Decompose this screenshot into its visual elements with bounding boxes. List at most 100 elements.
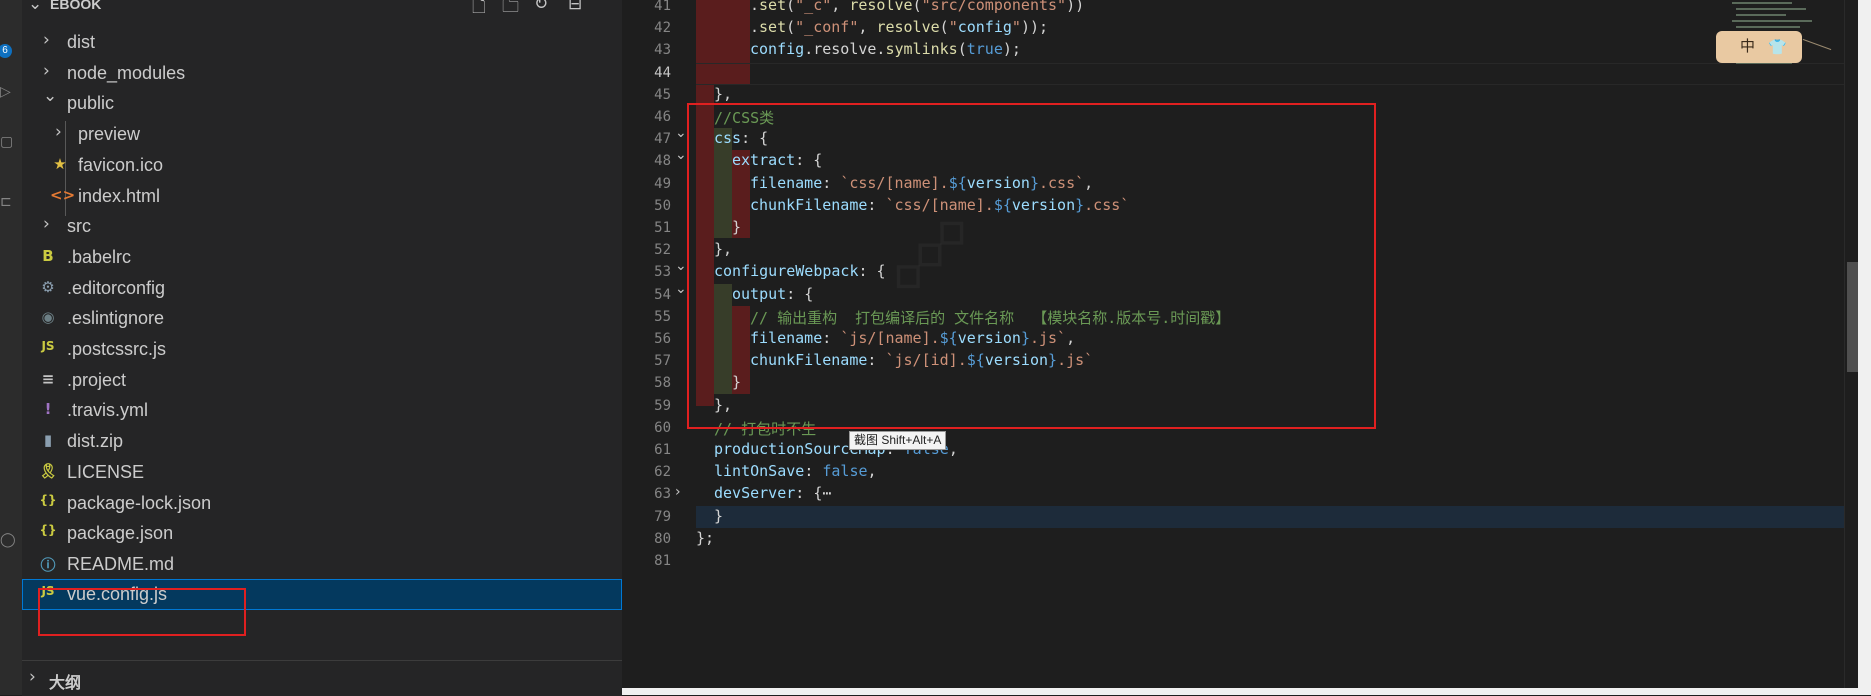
- tree-item-src[interactable]: › src: [22, 211, 622, 241]
- tree-item-dist-zip[interactable]: ▮ dist.zip: [22, 426, 622, 456]
- line-number: 46: [654, 109, 671, 125]
- code-line[interactable]: };: [696, 529, 714, 547]
- line-number: 61: [654, 442, 671, 458]
- code-line[interactable]: config.resolve.symlinks(true);: [750, 40, 1021, 58]
- account-icon[interactable]: ◯: [0, 532, 16, 548]
- tree-item-license[interactable]: 🎗 LICENSE: [22, 457, 622, 487]
- line-number: 53: [654, 264, 671, 281]
- json-icon: {}: [39, 492, 57, 507]
- line-number: 47: [654, 131, 671, 148]
- tree-item-label: LICENSE: [67, 461, 145, 482]
- code-line[interactable]: }: [714, 507, 723, 525]
- chevron-down-icon[interactable]: ⌄: [675, 147, 687, 163]
- code-line[interactable]: .set("_conf", resolve("config"));: [750, 18, 1048, 36]
- tree-item-label: favicon.ico: [78, 154, 164, 175]
- tree-item-index-html[interactable]: <> index.html: [22, 181, 622, 211]
- line-number: 43: [654, 42, 671, 59]
- extensions-icon[interactable]: ▢: [0, 134, 14, 150]
- js-icon: JS: [41, 339, 55, 353]
- window-edge-bottom: [622, 688, 1871, 695]
- tree-item-label: README.md: [67, 553, 175, 574]
- ime-toolbar[interactable]: 中 👕: [1716, 31, 1802, 63]
- tree-item-node-modules[interactable]: › node_modules: [22, 58, 622, 88]
- chevron-down-icon: ⌄: [43, 86, 58, 107]
- chevron-right-icon[interactable]: ›: [675, 484, 681, 500]
- tree-item-label: package.json: [67, 523, 174, 544]
- line-number: 81: [654, 553, 671, 569]
- sidebar-highlight-box: [38, 588, 246, 636]
- tree-item-label: node_modules: [67, 62, 186, 83]
- json-icon: {}: [39, 523, 57, 538]
- line-number: 48: [654, 153, 671, 170]
- tree-item-label: .project: [67, 369, 127, 390]
- code-line[interactable]: },: [714, 85, 732, 103]
- current-line-highlight: [696, 63, 1871, 85]
- line-number: 41: [654, 0, 671, 14]
- window-edge: [1858, 0, 1871, 695]
- refresh-icon[interactable]: ↻: [534, 0, 548, 14]
- tree-item-label: src: [67, 216, 91, 237]
- line-number: 55: [654, 308, 671, 325]
- tree-item-editorconfig[interactable]: ⚙ .editorconfig: [22, 273, 622, 303]
- tree-item-readme-md[interactable]: ⓘ README.md: [22, 549, 622, 579]
- line-number: 42: [654, 20, 671, 37]
- run-icon[interactable]: ▷: [0, 84, 14, 100]
- line-number: 49: [654, 175, 671, 192]
- chevron-right-icon: ›: [43, 214, 50, 235]
- shirt-icon[interactable]: 👕: [1768, 31, 1787, 63]
- tree-item-travis-yml[interactable]: ! .travis.yml: [22, 395, 622, 425]
- lines-icon: ≡: [41, 369, 55, 388]
- chevron-down-icon[interactable]: ⌄: [675, 258, 687, 274]
- source-control-badge[interactable]: 6: [0, 44, 12, 58]
- line-number: 50: [654, 197, 671, 214]
- tree-item-label: .eslintignore: [67, 308, 165, 329]
- ime-mode-label[interactable]: 中: [1740, 31, 1755, 63]
- screenshot-tooltip: 截图 Shift+Alt+A: [849, 431, 947, 450]
- chevron-right-icon: ›: [43, 60, 50, 81]
- chevron-right-icon: ›: [43, 30, 50, 50]
- tree-item-preview[interactable]: › preview: [22, 119, 622, 149]
- collapse-chevron-icon[interactable]: ⌄: [28, 0, 42, 14]
- tree-item-label: dist: [67, 32, 96, 52]
- vertical-scrollbar[interactable]: [1844, 0, 1859, 695]
- tree-item-babelrc[interactable]: B .babelrc: [22, 242, 622, 272]
- line-number: 45: [654, 86, 671, 103]
- tree-item-dist[interactable]: › dist: [22, 27, 622, 57]
- line-number: 51: [654, 220, 671, 236]
- new-file-icon[interactable]: 🗋: [472, 0, 486, 23]
- tree-item-package-json[interactable]: {} package.json: [22, 518, 622, 548]
- code-line[interactable]: .set("_c", resolve("src/components")): [750, 0, 1084, 14]
- tree-item-eslintignore[interactable]: ◉ .eslintignore: [22, 303, 622, 333]
- outline-section[interactable]: › 大纲: [22, 660, 622, 696]
- tree-item-favicon-ico[interactable]: ★ favicon.ico: [22, 150, 622, 180]
- line-number: 63: [654, 486, 671, 503]
- explorer-panel: ⌄ EBOOK 🗋 🗀 ↻ ⊟ › dist › node_modules ⌄ publi…: [22, 0, 622, 696]
- tree-item-label: .postcssrc.js: [67, 339, 167, 359]
- info-icon: ⓘ: [40, 555, 56, 574]
- html-icon: <>: [50, 185, 76, 204]
- line-number: 56: [654, 331, 671, 347]
- code-line[interactable]: lintOnSave: false,: [714, 462, 877, 480]
- tree-item-label: index.html: [78, 185, 161, 206]
- star-icon: ★: [53, 154, 67, 173]
- remote-icon[interactable]: ⊏: [0, 194, 14, 210]
- new-folder-icon[interactable]: 🗀: [502, 0, 519, 23]
- zip-icon: ▮: [43, 431, 53, 450]
- outline-label: 大纲: [49, 675, 82, 692]
- code-editor[interactable]: ◇◇◇ 414243444546474849505152535455565758…: [622, 0, 1871, 695]
- tree-item-project[interactable]: ≡ .project: [22, 365, 622, 395]
- tree-item-label: dist.zip: [67, 431, 124, 452]
- explorer-header: ⌄ EBOOK 🗋 🗀 ↻ ⊟: [22, 0, 622, 17]
- line-number: 44: [654, 64, 671, 81]
- chevron-right-icon[interactable]: ›: [29, 667, 36, 687]
- chevron-down-icon[interactable]: ⌄: [675, 281, 687, 297]
- tree-item-public[interactable]: ⌄ public: [22, 86, 622, 118]
- tree-item-label: preview: [78, 124, 141, 145]
- tree-item-package-lock-json[interactable]: {} package-lock.json: [22, 488, 622, 518]
- eslint-icon: ◉: [41, 308, 55, 327]
- code-line[interactable]: devServer: {⋯: [714, 484, 831, 502]
- chevron-down-icon[interactable]: ⌄: [675, 125, 687, 141]
- tree-item-postcssrc-js[interactable]: JS .postcssrc.js: [22, 334, 622, 364]
- yaml-icon: !: [44, 400, 52, 419]
- collapse-all-icon[interactable]: ⊟: [568, 0, 582, 14]
